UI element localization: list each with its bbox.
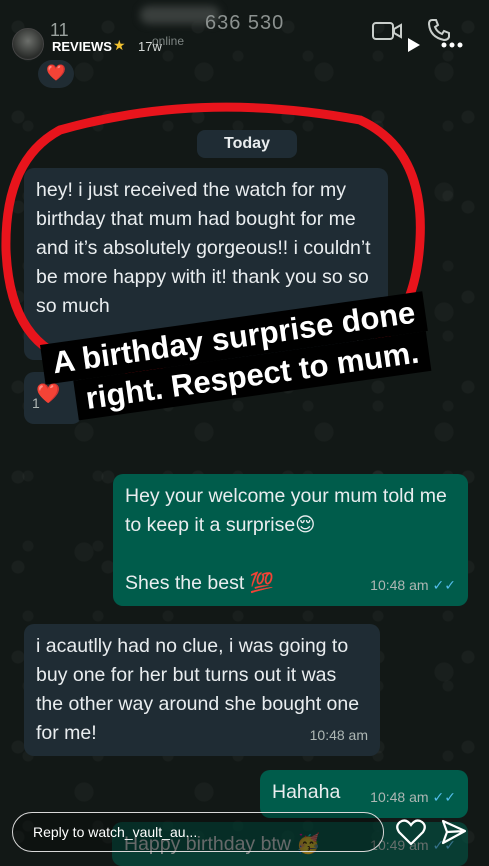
message-time: 10:48 am bbox=[309, 727, 368, 743]
read-ticks-icon: ✓✓ bbox=[432, 789, 456, 805]
message-incoming-1[interactable]: hey! i just received the watch for my bi… bbox=[24, 168, 388, 360]
read-ticks-icon: ✓✓ bbox=[432, 577, 456, 593]
message-time: 10:48 am ✓✓ bbox=[370, 571, 456, 600]
reply-input[interactable] bbox=[12, 812, 384, 852]
avatar[interactable] bbox=[12, 28, 44, 60]
more-options-icon[interactable] bbox=[440, 36, 464, 59]
send-icon[interactable] bbox=[440, 818, 468, 851]
contact-phone: 636 530 bbox=[205, 12, 285, 34]
story-account-name[interactable]: REVIEWS bbox=[52, 39, 112, 54]
message-time: 1 bbox=[32, 395, 40, 411]
date-divider: Today bbox=[197, 130, 297, 158]
message-text: Hahaha bbox=[272, 781, 341, 803]
play-icon[interactable] bbox=[406, 36, 422, 59]
reaction-heart-icon: ❤️ bbox=[38, 60, 74, 88]
message-outgoing-1[interactable]: Hey your welcome your mum told me to kee… bbox=[113, 474, 468, 606]
time-label: 10:48 am bbox=[370, 577, 429, 593]
message-incoming-heart[interactable]: ❤️ 1 bbox=[24, 372, 82, 424]
message-time: 10:4 bbox=[348, 331, 376, 347]
heart-like-icon[interactable] bbox=[396, 818, 426, 851]
chat-unread-count: 11 bbox=[50, 20, 69, 40]
message-text: hey! i just received the watch for my bi… bbox=[36, 179, 371, 317]
video-call-icon[interactable] bbox=[372, 20, 402, 47]
story-age: 17w bbox=[138, 39, 162, 54]
message-time: 10:48 am ✓✓ bbox=[370, 783, 456, 812]
message-outgoing-2[interactable]: Hahaha 10:48 am ✓✓ bbox=[260, 770, 468, 818]
time-label: 10:48 am bbox=[370, 789, 429, 805]
story-header: 11 636 530 online REVIEWS ★ 17w bbox=[0, 0, 489, 70]
message-incoming-2[interactable]: i acautlly had no clue, i was going to b… bbox=[24, 624, 380, 756]
star-icon: ★ bbox=[113, 37, 126, 53]
